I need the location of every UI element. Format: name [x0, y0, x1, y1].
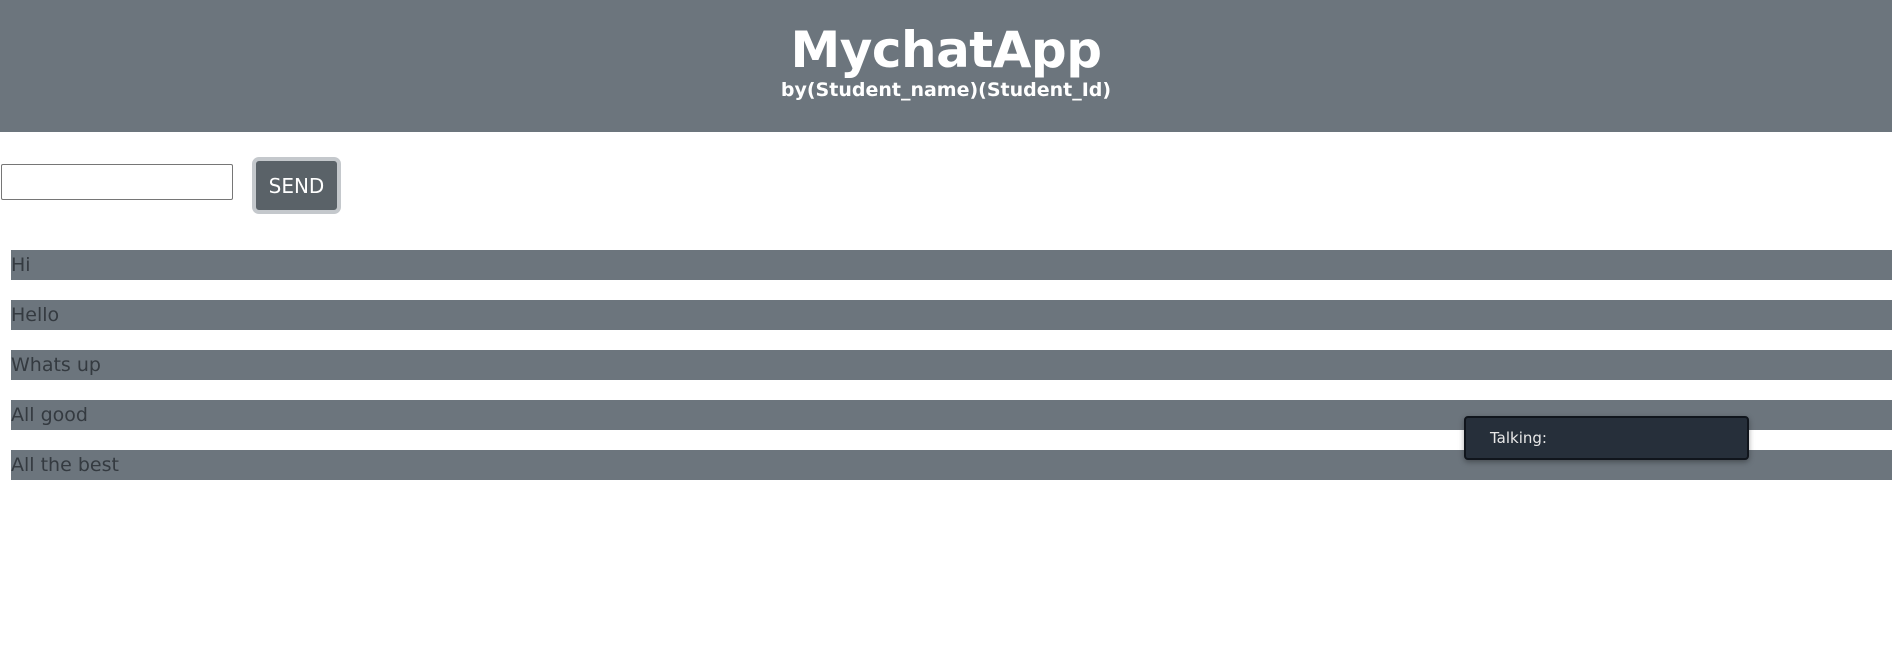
message-item: Hi [11, 250, 1892, 280]
talking-popup: Talking: [1464, 416, 1749, 460]
message-item: Hello [11, 300, 1892, 330]
message-input[interactable] [1, 164, 233, 200]
message-item: Whats up [11, 350, 1892, 380]
app-header: MychatApp by(Student_name)(Student_Id) [0, 0, 1892, 132]
app-title: MychatApp [790, 21, 1102, 79]
send-button[interactable]: SEND [252, 157, 341, 214]
talking-label: Talking: [1490, 429, 1547, 447]
app-subtitle: by(Student_name)(Student_Id) [780, 79, 1112, 101]
